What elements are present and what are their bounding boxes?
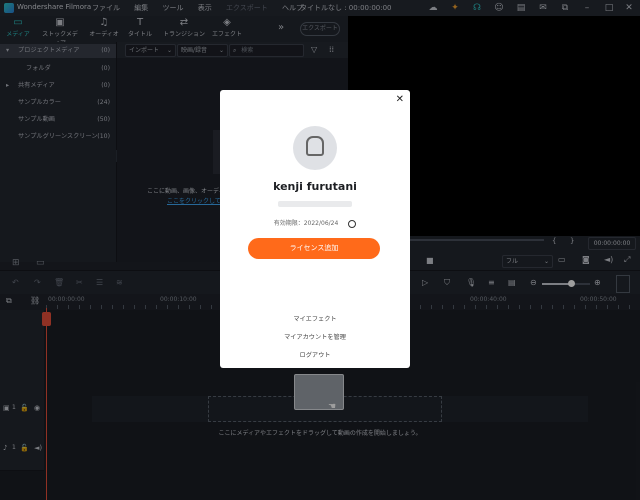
avatar [293, 126, 337, 170]
add-license-button[interactable]: ライセンス追加 [248, 238, 380, 259]
account-dialog: ✕ kenji furutani 有効期限：2022/06/24 ライセンス追加… [220, 90, 410, 368]
close-icon[interactable]: ✕ [396, 94, 404, 105]
email-redacted [278, 201, 352, 207]
username: kenji furutani [273, 180, 357, 193]
license-expiry: 有効期限：2022/06/24 [220, 218, 410, 228]
license-expiry-text: 有効期限：2022/06/24 [273, 220, 339, 227]
logout-link[interactable]: ログアウト [220, 350, 410, 359]
my-effects-link[interactable]: マイエフェクト [220, 314, 410, 323]
user-icon [306, 136, 324, 156]
refresh-icon[interactable] [348, 219, 357, 228]
manage-account-link[interactable]: マイアカウントを管理 [220, 332, 410, 341]
